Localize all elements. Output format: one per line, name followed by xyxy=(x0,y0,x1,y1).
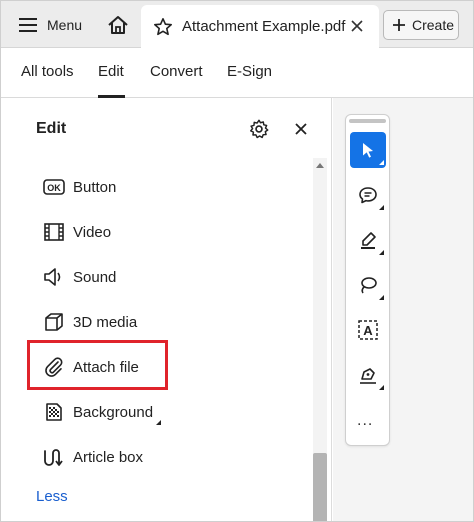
nav-all-tools[interactable]: All tools xyxy=(21,63,74,80)
highlight-tool-button[interactable] xyxy=(350,222,386,258)
hamburger-icon xyxy=(19,18,37,32)
text-box-tool-button[interactable]: A xyxy=(350,312,386,348)
scroll-up-arrow-icon[interactable] xyxy=(316,163,324,168)
select-tool-button[interactable] xyxy=(350,132,386,168)
more-options-icon[interactable]: ... xyxy=(357,412,373,430)
scrollbar-thumb[interactable] xyxy=(313,453,327,521)
tool-button[interactable]: OK Button xyxy=(43,172,116,202)
article-box-icon xyxy=(43,446,65,468)
menu-label: Menu xyxy=(47,17,83,33)
tool-label: Sound xyxy=(73,268,117,286)
tool-3d-media[interactable]: 3D media xyxy=(43,307,137,337)
tool-label: Article box xyxy=(73,448,144,466)
main-nav: All tools Edit Convert E-Sign xyxy=(1,48,473,98)
submenu-indicator-icon xyxy=(379,250,384,255)
tool-article-box[interactable]: Article box xyxy=(43,442,143,472)
svg-text:OK: OK xyxy=(47,183,61,193)
select-cursor-icon xyxy=(363,143,373,158)
document-tab-title: Attachment Example.pdf xyxy=(182,18,346,35)
svg-text:A: A xyxy=(363,323,373,338)
sign-pen-icon xyxy=(360,368,376,384)
tool-sound[interactable]: Sound xyxy=(43,262,116,292)
tool-label: Background xyxy=(73,403,154,421)
add-text-box-icon: A xyxy=(358,320,378,340)
submenu-indicator-icon xyxy=(379,160,384,165)
app-window: Menu Attachment Example.pdf Create All t… xyxy=(0,0,474,522)
close-icon[interactable] xyxy=(294,122,308,136)
attach-file-highlight-box xyxy=(27,340,168,390)
submenu-indicator-icon xyxy=(156,420,162,425)
document-tab[interactable]: Attachment Example.pdf xyxy=(141,5,379,48)
cube-icon xyxy=(43,311,65,333)
comment-tool-button[interactable] xyxy=(350,177,386,213)
tool-video[interactable]: Video xyxy=(43,217,111,247)
tool-background[interactable]: Background xyxy=(43,397,162,427)
nav-edit[interactable]: Edit xyxy=(98,63,124,80)
submenu-indicator-icon xyxy=(379,385,384,390)
sign-tool-button[interactable] xyxy=(350,357,386,393)
add-comment-icon xyxy=(359,187,377,204)
ok-button-icon: OK xyxy=(43,176,65,198)
background-icon xyxy=(43,401,65,423)
submenu-indicator-icon xyxy=(379,205,384,210)
home-button[interactable] xyxy=(99,7,137,43)
menu-button[interactable]: Menu xyxy=(11,10,90,40)
submenu-indicator-icon xyxy=(379,295,384,300)
nav-convert[interactable]: Convert xyxy=(150,63,203,80)
panel-title: Edit xyxy=(36,120,67,137)
tool-label: 3D media xyxy=(73,313,138,331)
home-icon xyxy=(108,16,128,34)
less-link[interactable]: Less xyxy=(36,488,68,505)
create-button[interactable]: Create xyxy=(383,10,459,40)
speaker-icon xyxy=(43,266,65,288)
toolbar-drag-handle[interactable] xyxy=(349,119,386,123)
create-label: Create xyxy=(412,17,455,33)
tool-label: Button xyxy=(73,178,117,196)
gear-icon[interactable] xyxy=(248,118,270,140)
nav-e-sign[interactable]: E-Sign xyxy=(227,63,272,80)
highlight-pen-icon xyxy=(361,232,376,249)
close-tab-icon[interactable] xyxy=(349,18,365,34)
plus-icon xyxy=(393,19,405,31)
draw-lasso-icon xyxy=(361,277,377,294)
tool-label: Video xyxy=(73,223,112,241)
film-icon xyxy=(43,221,65,243)
draw-tool-button[interactable] xyxy=(350,267,386,303)
tab-bar: Menu Attachment Example.pdf Create xyxy=(1,1,473,48)
edit-panel: Edit OK Button Video Sound 3D media Atta… xyxy=(1,98,332,521)
star-icon[interactable] xyxy=(153,17,173,37)
